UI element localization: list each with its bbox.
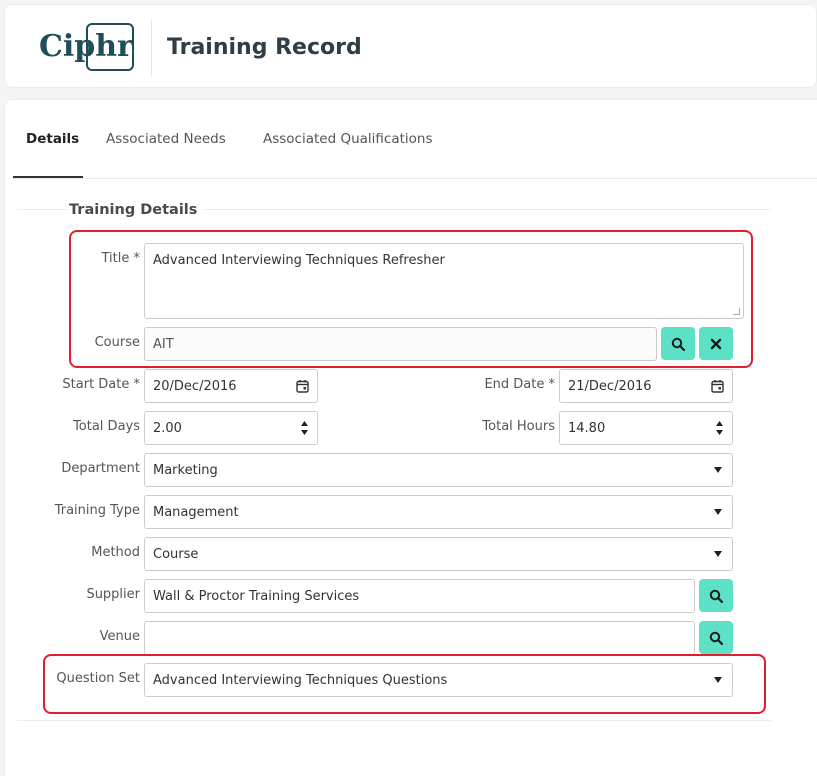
training-type-value: Management	[153, 504, 239, 520]
total-hours-label: Total Hours	[482, 419, 555, 434]
end-date-label: End Date *	[484, 377, 555, 392]
end-date-input[interactable]: 21/Dec/2016	[559, 369, 733, 403]
tab-bar: Details Associated Needs Associated Qual…	[13, 100, 817, 179]
total-days-label: Total Days	[73, 419, 140, 434]
calendar-icon[interactable]	[711, 379, 724, 393]
training-type-select[interactable]: Management	[144, 495, 733, 529]
spinner-arrows-icon[interactable]	[715, 420, 724, 436]
section-title: Training Details	[69, 202, 204, 218]
department-label: Department	[61, 461, 140, 476]
search-icon	[709, 589, 723, 603]
active-tab-indicator	[13, 176, 83, 178]
calendar-icon[interactable]	[296, 379, 309, 393]
chevron-down-icon	[714, 551, 722, 557]
tab-associated-qualifications[interactable]: Associated Qualifications	[263, 131, 433, 147]
page-title: Training Record	[167, 35, 362, 60]
total-days-input[interactable]: 2.00	[144, 411, 318, 445]
method-value: Course	[153, 546, 199, 562]
app-header: Ciphr Training Record	[4, 4, 817, 88]
department-select[interactable]: Marketing	[144, 453, 733, 487]
highlight-box-question-set	[43, 654, 766, 714]
header-divider	[151, 19, 152, 77]
method-label: Method	[91, 545, 140, 560]
highlight-box-title-course	[69, 230, 753, 368]
start-date-label: Start Date *	[62, 377, 140, 392]
venue-search-button[interactable]	[699, 621, 733, 654]
supplier-field[interactable]: Wall & Proctor Training Services	[144, 579, 695, 613]
total-hours-value: 14.80	[568, 420, 606, 436]
end-date-value: 21/Dec/2016	[568, 378, 652, 394]
venue-field[interactable]	[144, 621, 695, 655]
department-value: Marketing	[153, 462, 218, 478]
total-days-value: 2.00	[153, 420, 182, 436]
tab-details[interactable]: Details	[26, 131, 79, 147]
chevron-down-icon	[714, 509, 722, 515]
supplier-value: Wall & Proctor Training Services	[153, 588, 360, 604]
start-date-value: 20/Dec/2016	[153, 378, 237, 394]
start-date-input[interactable]: 20/Dec/2016	[144, 369, 318, 403]
training-type-label: Training Type	[54, 503, 140, 518]
tab-associated-needs[interactable]: Associated Needs	[106, 131, 226, 147]
total-hours-input[interactable]: 14.80	[559, 411, 733, 445]
supplier-label: Supplier	[86, 587, 140, 602]
chevron-down-icon	[714, 467, 722, 473]
supplier-search-button[interactable]	[699, 579, 733, 612]
spinner-arrows-icon[interactable]	[300, 420, 309, 436]
method-select[interactable]: Course	[144, 537, 733, 571]
search-icon	[709, 631, 723, 645]
venue-label: Venue	[99, 629, 140, 644]
ciphr-logo: Ciphr	[39, 29, 133, 64]
